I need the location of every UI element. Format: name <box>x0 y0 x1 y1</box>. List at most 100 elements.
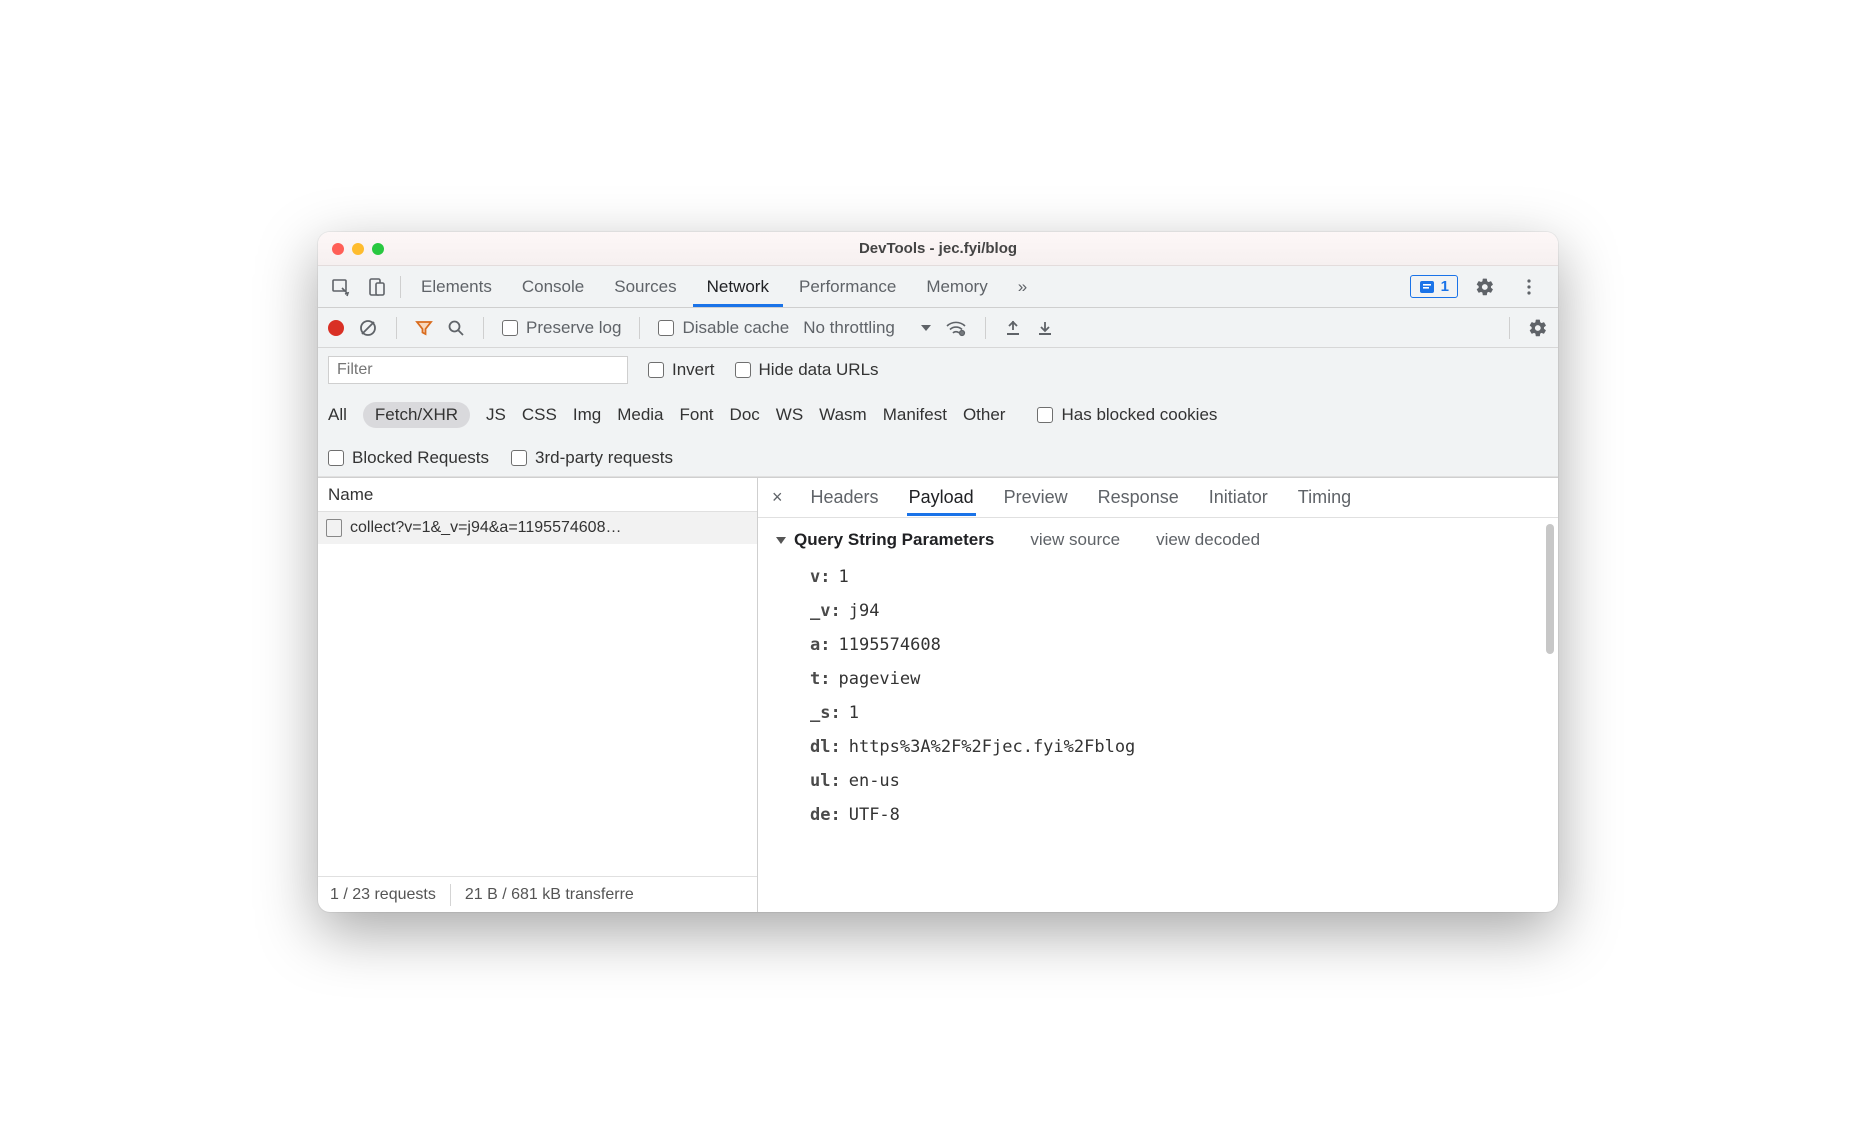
view-decoded-link[interactable]: view decoded <box>1156 530 1260 550</box>
param-value: j94 <box>849 601 880 621</box>
query-param: v: 1 <box>776 560 1540 594</box>
network-conditions-icon[interactable] <box>945 319 967 337</box>
type-filter-all[interactable]: All <box>328 405 347 425</box>
status-request-count: 1 / 23 requests <box>330 886 436 904</box>
request-detail-panel: × Headers Payload Preview Response Initiator… <box>758 478 1558 912</box>
type-filter-doc[interactable]: Doc <box>730 405 760 425</box>
tab-performance[interactable]: Performance <box>785 267 910 307</box>
tabs-overflow-button[interactable]: » <box>1004 267 1041 307</box>
kebab-menu-icon[interactable] <box>1512 270 1546 304</box>
param-value: 1 <box>849 703 859 723</box>
panel-tabbar: ElementsConsoleSourcesNetworkPerformance… <box>318 266 1558 308</box>
request-list-panel: Name collect?v=1&_v=j94&a=1195574608… 1 … <box>318 478 758 912</box>
tab-memory[interactable]: Memory <box>912 267 1001 307</box>
chevron-down-icon <box>921 325 931 331</box>
query-param: a: 1195574608 <box>776 628 1540 662</box>
request-rows: collect?v=1&_v=j94&a=1195574608… <box>318 512 757 876</box>
disable-cache-checkbox[interactable]: Disable cache <box>658 318 789 338</box>
record-button[interactable] <box>328 320 344 336</box>
status-transfer-size: 21 B / 681 kB transferre <box>465 886 634 904</box>
window-title: DevTools - jec.fyi/blog <box>318 240 1558 257</box>
type-filter-ws[interactable]: WS <box>776 405 803 425</box>
inspect-element-icon[interactable] <box>324 270 358 304</box>
param-value: pageview <box>838 669 920 689</box>
preserve-log-checkbox[interactable]: Preserve log <box>502 318 621 338</box>
scrollbar-thumb[interactable] <box>1546 524 1554 654</box>
network-toolbar: Preserve log Disable cache No throttling <box>318 308 1558 348</box>
param-value: https%3A%2F%2Fjec.fyi%2Fblog <box>849 737 1136 757</box>
param-value: UTF-8 <box>849 805 900 825</box>
throttling-select[interactable]: No throttling <box>803 318 931 338</box>
param-key: a: <box>810 635 830 655</box>
settings-gear-icon[interactable] <box>1468 270 1502 304</box>
query-param: t: pageview <box>776 662 1540 696</box>
issues-chip[interactable]: 1 <box>1410 275 1458 298</box>
tab-elements[interactable]: Elements <box>407 267 506 307</box>
filter-input[interactable] <box>328 356 628 384</box>
section-toggle[interactable]: Query String Parameters <box>776 530 994 550</box>
maximize-window-button[interactable] <box>372 243 384 255</box>
caret-down-icon <box>776 537 786 544</box>
device-toolbar-icon[interactable] <box>360 270 394 304</box>
divider <box>400 276 401 298</box>
type-filter-other[interactable]: Other <box>963 405 1006 425</box>
query-param: ul: en-us <box>776 764 1540 798</box>
detail-tab-response[interactable]: Response <box>1096 479 1181 516</box>
titlebar: DevTools - jec.fyi/blog <box>318 232 1558 266</box>
tab-network[interactable]: Network <box>693 267 783 307</box>
traffic-lights <box>332 243 384 255</box>
file-icon <box>326 519 342 537</box>
type-filter-js[interactable]: JS <box>486 405 506 425</box>
hide-data-urls-checkbox[interactable]: Hide data URLs <box>735 360 879 380</box>
filter-bar: Invert Hide data URLs All Fetch/XHR JS CSS I… <box>318 348 1558 477</box>
detail-tab-timing[interactable]: Timing <box>1296 479 1353 516</box>
type-filter-css[interactable]: CSS <box>522 405 557 425</box>
tab-console[interactable]: Console <box>508 267 598 307</box>
invert-checkbox[interactable]: Invert <box>648 360 715 380</box>
detail-tab-payload[interactable]: Payload <box>907 479 976 516</box>
detail-tab-preview[interactable]: Preview <box>1002 479 1070 516</box>
minimize-window-button[interactable] <box>352 243 364 255</box>
issues-count: 1 <box>1441 278 1449 295</box>
type-filter-font[interactable]: Font <box>680 405 714 425</box>
query-param: de: UTF-8 <box>776 798 1540 832</box>
tab-sources[interactable]: Sources <box>600 267 690 307</box>
network-settings-gear-icon[interactable] <box>1528 318 1548 338</box>
param-key: _s: <box>810 703 841 723</box>
import-har-icon[interactable] <box>1004 319 1022 337</box>
type-filter-img[interactable]: Img <box>573 405 601 425</box>
devtools-window: DevTools - jec.fyi/blog ElementsConsoleS… <box>318 232 1558 912</box>
status-bar: 1 / 23 requests 21 B / 681 kB transferre <box>318 876 757 912</box>
detail-tab-headers[interactable]: Headers <box>809 479 881 516</box>
filter-funnel-icon[interactable] <box>415 319 433 337</box>
type-filter-media[interactable]: Media <box>617 405 663 425</box>
type-filter-wasm[interactable]: Wasm <box>819 405 867 425</box>
column-header-name[interactable]: Name <box>318 478 757 512</box>
param-value: 1195574608 <box>838 635 940 655</box>
third-party-checkbox[interactable]: 3rd-party requests <box>511 448 673 468</box>
param-key: ul: <box>810 771 841 791</box>
query-param: _s: 1 <box>776 696 1540 730</box>
detail-tab-initiator[interactable]: Initiator <box>1207 479 1270 516</box>
param-value: 1 <box>838 567 848 587</box>
network-main: Name collect?v=1&_v=j94&a=1195574608… 1 … <box>318 477 1558 912</box>
export-har-icon[interactable] <box>1036 319 1054 337</box>
close-detail-button[interactable]: × <box>772 487 783 508</box>
resource-type-filters: All Fetch/XHR JS CSS Img Media Font Doc WS Wasm Ma… <box>328 398 1548 432</box>
blocked-requests-checkbox[interactable]: Blocked Requests <box>328 448 489 468</box>
search-icon[interactable] <box>447 319 465 337</box>
param-key: de: <box>810 805 841 825</box>
query-param: dl: https%3A%2F%2Fjec.fyi%2Fblog <box>776 730 1540 764</box>
request-name: collect?v=1&_v=j94&a=1195574608… <box>350 519 621 537</box>
view-source-link[interactable]: view source <box>1030 530 1120 550</box>
param-key: dl: <box>810 737 841 757</box>
has-blocked-cookies-checkbox[interactable]: Has blocked cookies <box>1037 405 1217 425</box>
param-value: en-us <box>849 771 900 791</box>
close-window-button[interactable] <box>332 243 344 255</box>
param-key: t: <box>810 669 830 689</box>
request-row[interactable]: collect?v=1&_v=j94&a=1195574608… <box>318 512 757 544</box>
param-key: v: <box>810 567 830 587</box>
type-filter-fetch-xhr[interactable]: Fetch/XHR <box>363 402 470 428</box>
clear-icon[interactable] <box>358 318 378 338</box>
type-filter-manifest[interactable]: Manifest <box>883 405 947 425</box>
